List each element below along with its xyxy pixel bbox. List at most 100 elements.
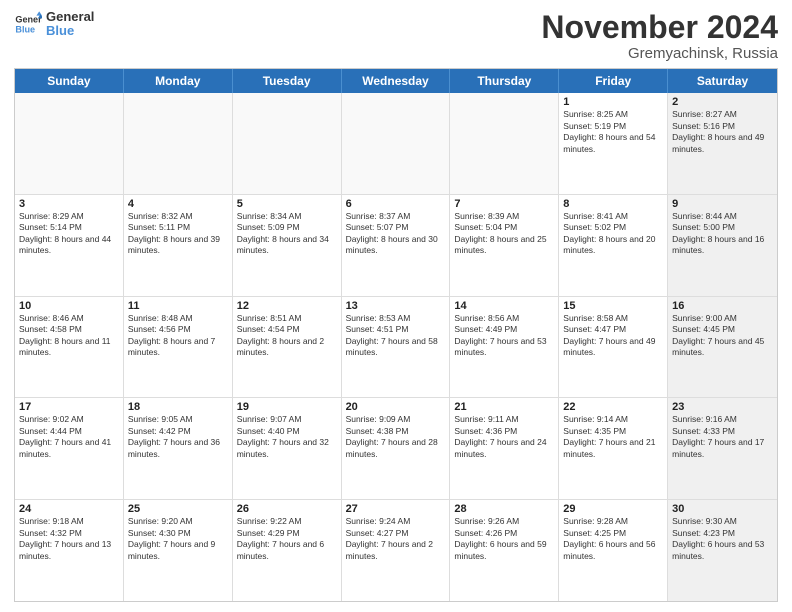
- cal-cell-4-3: 27Sunrise: 9:24 AMSunset: 4:27 PMDayligh…: [342, 500, 451, 601]
- cell-info: Sunrise: 8:41 AMSunset: 5:02 PMDaylight:…: [563, 211, 663, 257]
- day-number: 24: [19, 503, 119, 515]
- cell-info: Sunrise: 8:39 AMSunset: 5:04 PMDaylight:…: [454, 211, 554, 257]
- day-number: 13: [346, 300, 446, 312]
- cal-cell-0-3: [342, 93, 451, 194]
- cal-cell-3-3: 20Sunrise: 9:09 AMSunset: 4:38 PMDayligh…: [342, 398, 451, 499]
- day-number: 4: [128, 198, 228, 210]
- cal-cell-2-3: 13Sunrise: 8:53 AMSunset: 4:51 PMDayligh…: [342, 297, 451, 398]
- cell-info: Sunrise: 9:20 AMSunset: 4:30 PMDaylight:…: [128, 516, 228, 562]
- calendar-header: SundayMondayTuesdayWednesdayThursdayFrid…: [15, 69, 777, 93]
- day-number: 14: [454, 300, 554, 312]
- cal-cell-4-4: 28Sunrise: 9:26 AMSunset: 4:26 PMDayligh…: [450, 500, 559, 601]
- cell-info: Sunrise: 9:26 AMSunset: 4:26 PMDaylight:…: [454, 516, 554, 562]
- weekday-header-wednesday: Wednesday: [342, 69, 451, 93]
- day-number: 2: [672, 96, 773, 108]
- cell-info: Sunrise: 8:44 AMSunset: 5:00 PMDaylight:…: [672, 211, 773, 257]
- day-number: 16: [672, 300, 773, 312]
- cal-cell-2-2: 12Sunrise: 8:51 AMSunset: 4:54 PMDayligh…: [233, 297, 342, 398]
- cal-cell-4-0: 24Sunrise: 9:18 AMSunset: 4:32 PMDayligh…: [15, 500, 124, 601]
- cal-cell-3-6: 23Sunrise: 9:16 AMSunset: 4:33 PMDayligh…: [668, 398, 777, 499]
- cal-cell-3-4: 21Sunrise: 9:11 AMSunset: 4:36 PMDayligh…: [450, 398, 559, 499]
- day-number: 25: [128, 503, 228, 515]
- day-number: 30: [672, 503, 773, 515]
- day-number: 5: [237, 198, 337, 210]
- cal-cell-2-0: 10Sunrise: 8:46 AMSunset: 4:58 PMDayligh…: [15, 297, 124, 398]
- header: General Blue General Blue November 2024 …: [14, 10, 778, 62]
- cell-info: Sunrise: 8:51 AMSunset: 4:54 PMDaylight:…: [237, 313, 337, 359]
- cal-cell-0-1: [124, 93, 233, 194]
- calendar-row-2: 10Sunrise: 8:46 AMSunset: 4:58 PMDayligh…: [15, 297, 777, 399]
- cell-info: Sunrise: 9:11 AMSunset: 4:36 PMDaylight:…: [454, 414, 554, 460]
- cell-info: Sunrise: 9:30 AMSunset: 4:23 PMDaylight:…: [672, 516, 773, 562]
- cell-info: Sunrise: 8:27 AMSunset: 5:16 PMDaylight:…: [672, 109, 773, 155]
- cal-cell-0-0: [15, 93, 124, 194]
- cal-cell-3-2: 19Sunrise: 9:07 AMSunset: 4:40 PMDayligh…: [233, 398, 342, 499]
- cal-cell-4-5: 29Sunrise: 9:28 AMSunset: 4:25 PMDayligh…: [559, 500, 668, 601]
- logo-general: General: [46, 10, 94, 24]
- cal-cell-3-5: 22Sunrise: 9:14 AMSunset: 4:35 PMDayligh…: [559, 398, 668, 499]
- day-number: 18: [128, 401, 228, 413]
- day-number: 9: [672, 198, 773, 210]
- cell-info: Sunrise: 9:24 AMSunset: 4:27 PMDaylight:…: [346, 516, 446, 562]
- logo-icon: General Blue: [14, 10, 42, 38]
- cell-info: Sunrise: 9:14 AMSunset: 4:35 PMDaylight:…: [563, 414, 663, 460]
- cal-cell-1-5: 8Sunrise: 8:41 AMSunset: 5:02 PMDaylight…: [559, 195, 668, 296]
- calendar-row-4: 24Sunrise: 9:18 AMSunset: 4:32 PMDayligh…: [15, 500, 777, 601]
- cal-cell-1-0: 3Sunrise: 8:29 AMSunset: 5:14 PMDaylight…: [15, 195, 124, 296]
- cell-info: Sunrise: 9:28 AMSunset: 4:25 PMDaylight:…: [563, 516, 663, 562]
- day-number: 12: [237, 300, 337, 312]
- cell-info: Sunrise: 9:02 AMSunset: 4:44 PMDaylight:…: [19, 414, 119, 460]
- calendar-row-3: 17Sunrise: 9:02 AMSunset: 4:44 PMDayligh…: [15, 398, 777, 500]
- day-number: 1: [563, 96, 663, 108]
- svg-text:General: General: [15, 15, 42, 25]
- cal-cell-1-4: 7Sunrise: 8:39 AMSunset: 5:04 PMDaylight…: [450, 195, 559, 296]
- day-number: 29: [563, 503, 663, 515]
- logo: General Blue General Blue: [14, 10, 94, 39]
- cell-info: Sunrise: 8:48 AMSunset: 4:56 PMDaylight:…: [128, 313, 228, 359]
- weekday-header-monday: Monday: [124, 69, 233, 93]
- calendar-row-1: 3Sunrise: 8:29 AMSunset: 5:14 PMDaylight…: [15, 195, 777, 297]
- cal-cell-0-4: [450, 93, 559, 194]
- calendar: SundayMondayTuesdayWednesdayThursdayFrid…: [14, 68, 778, 602]
- weekday-header-sunday: Sunday: [15, 69, 124, 93]
- cal-cell-1-2: 5Sunrise: 8:34 AMSunset: 5:09 PMDaylight…: [233, 195, 342, 296]
- day-number: 28: [454, 503, 554, 515]
- cal-cell-2-4: 14Sunrise: 8:56 AMSunset: 4:49 PMDayligh…: [450, 297, 559, 398]
- day-number: 27: [346, 503, 446, 515]
- cal-cell-2-6: 16Sunrise: 9:00 AMSunset: 4:45 PMDayligh…: [668, 297, 777, 398]
- day-number: 7: [454, 198, 554, 210]
- day-number: 22: [563, 401, 663, 413]
- cal-cell-2-1: 11Sunrise: 8:48 AMSunset: 4:56 PMDayligh…: [124, 297, 233, 398]
- cal-cell-2-5: 15Sunrise: 8:58 AMSunset: 4:47 PMDayligh…: [559, 297, 668, 398]
- weekday-header-thursday: Thursday: [450, 69, 559, 93]
- cell-info: Sunrise: 8:56 AMSunset: 4:49 PMDaylight:…: [454, 313, 554, 359]
- day-number: 21: [454, 401, 554, 413]
- day-number: 26: [237, 503, 337, 515]
- calendar-row-0: 1Sunrise: 8:25 AMSunset: 5:19 PMDaylight…: [15, 93, 777, 195]
- cell-info: Sunrise: 8:53 AMSunset: 4:51 PMDaylight:…: [346, 313, 446, 359]
- cal-cell-0-6: 2Sunrise: 8:27 AMSunset: 5:16 PMDaylight…: [668, 93, 777, 194]
- location-title: Gremyachinsk, Russia: [541, 45, 778, 62]
- cal-cell-1-1: 4Sunrise: 8:32 AMSunset: 5:11 PMDaylight…: [124, 195, 233, 296]
- cell-info: Sunrise: 8:25 AMSunset: 5:19 PMDaylight:…: [563, 109, 663, 155]
- cell-info: Sunrise: 8:32 AMSunset: 5:11 PMDaylight:…: [128, 211, 228, 257]
- cell-info: Sunrise: 9:09 AMSunset: 4:38 PMDaylight:…: [346, 414, 446, 460]
- cell-info: Sunrise: 8:58 AMSunset: 4:47 PMDaylight:…: [563, 313, 663, 359]
- day-number: 17: [19, 401, 119, 413]
- cal-cell-1-6: 9Sunrise: 8:44 AMSunset: 5:00 PMDaylight…: [668, 195, 777, 296]
- cal-cell-4-6: 30Sunrise: 9:30 AMSunset: 4:23 PMDayligh…: [668, 500, 777, 601]
- cell-info: Sunrise: 9:05 AMSunset: 4:42 PMDaylight:…: [128, 414, 228, 460]
- cal-cell-0-5: 1Sunrise: 8:25 AMSunset: 5:19 PMDaylight…: [559, 93, 668, 194]
- day-number: 23: [672, 401, 773, 413]
- cal-cell-1-3: 6Sunrise: 8:37 AMSunset: 5:07 PMDaylight…: [342, 195, 451, 296]
- weekday-header-tuesday: Tuesday: [233, 69, 342, 93]
- cell-info: Sunrise: 8:46 AMSunset: 4:58 PMDaylight:…: [19, 313, 119, 359]
- day-number: 3: [19, 198, 119, 210]
- cell-info: Sunrise: 9:07 AMSunset: 4:40 PMDaylight:…: [237, 414, 337, 460]
- cal-cell-4-1: 25Sunrise: 9:20 AMSunset: 4:30 PMDayligh…: [124, 500, 233, 601]
- day-number: 19: [237, 401, 337, 413]
- cal-cell-4-2: 26Sunrise: 9:22 AMSunset: 4:29 PMDayligh…: [233, 500, 342, 601]
- page: General Blue General Blue November 2024 …: [0, 0, 792, 612]
- cell-info: Sunrise: 9:18 AMSunset: 4:32 PMDaylight:…: [19, 516, 119, 562]
- day-number: 8: [563, 198, 663, 210]
